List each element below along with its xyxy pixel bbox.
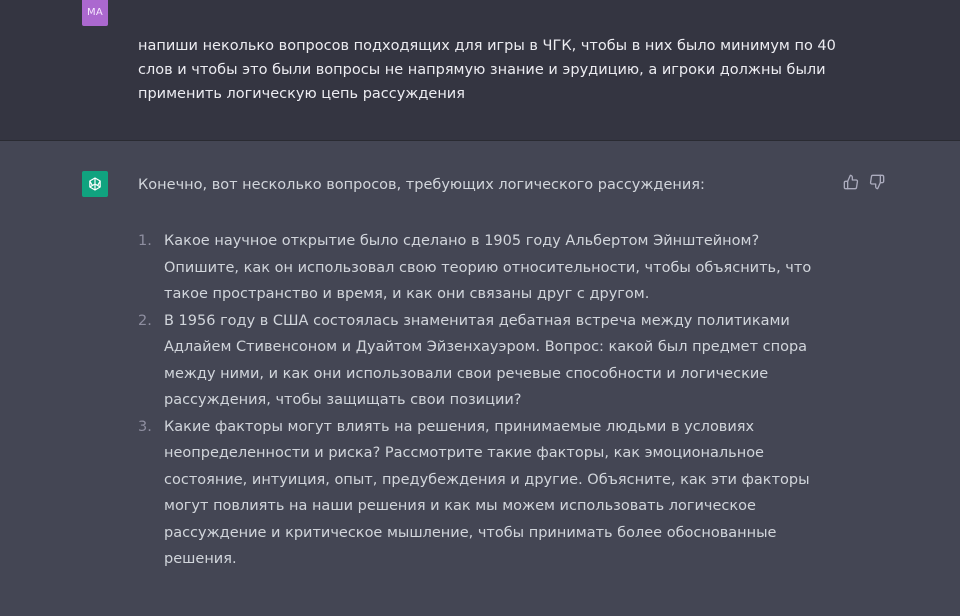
user-message-text: напиши неколько вопросов подходящих для … [138,38,836,102]
user-message: MA напиши неколько вопросов подходящих д… [0,0,960,141]
feedback-buttons [842,173,886,191]
assistant-intro: Конечно, вот несколько вопросов, требующ… [138,177,705,193]
user-avatar: MA [82,0,108,26]
assistant-avatar [82,171,108,197]
list-item-number: 2. [138,312,152,329]
list-item-text: Какое научное открытие было сделано в 19… [164,233,812,302]
list-item-number: 1. [138,233,152,249]
thumbs-down-icon [869,174,885,190]
openai-logo-icon [89,177,101,191]
dislike-button[interactable] [868,173,886,191]
chat-page: MA напиши неколько вопросов подходящих д… [0,0,960,616]
thumbs-up-icon [843,174,859,190]
like-button[interactable] [842,173,860,191]
list-item: 3. Какие факторы могут влиять на решения… [138,414,838,573]
list-item-text: В 1956 году в США состоялась знаменитая … [164,312,808,409]
list-item-number: 3. [138,418,152,435]
list-item-text: Какие факторы могут влиять на решения, п… [164,418,810,568]
answer-list: 1. Какое научное открытие было сделано в… [138,228,838,573]
list-item: 1. Какое научное открытие было сделано в… [138,228,838,308]
list-item: 2. В 1956 году в США состоялась знаменит… [138,308,838,414]
assistant-message: Конечно, вот несколько вопросов, требующ… [0,141,960,616]
